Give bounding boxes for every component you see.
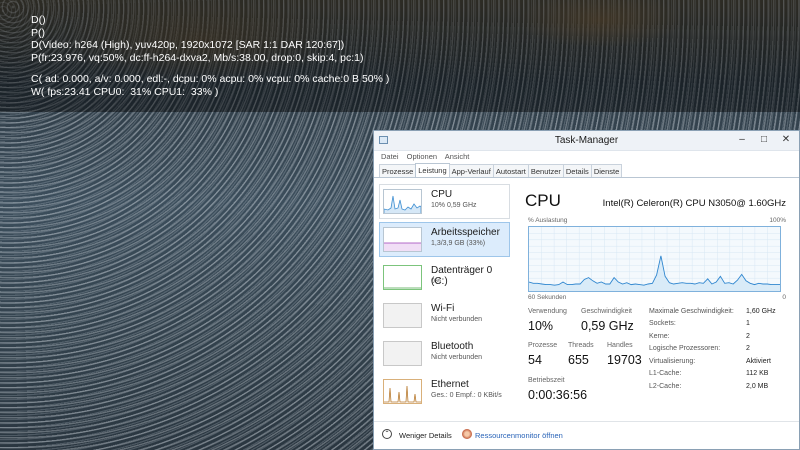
osd-line: P() (31, 26, 45, 39)
footer-bar: ⌃ Weniger Details Ressourcenmonitor öffn… (374, 421, 799, 449)
menu-optionen[interactable]: Optionen (407, 152, 437, 161)
tab-prozesse[interactable]: Prozesse (379, 164, 417, 177)
cpu-model: Intel(R) Celeron(R) CPU N3050@ 1.60GHz (602, 198, 786, 209)
usage-label: Verwendung (528, 308, 567, 315)
resource-memory[interactable]: Arbeitsspeicher 1,3/3,9 GB (33%) (379, 222, 510, 257)
speed-value: 0,59 GHz (581, 319, 634, 333)
memory-mini-graph (383, 227, 422, 252)
graph-time-label: 60 Sekunden (528, 294, 567, 301)
tab-leistung[interactable]: Leistung (415, 163, 450, 177)
resource-name: Arbeitsspeicher (431, 227, 500, 238)
threads-value: 655 (568, 353, 589, 367)
tab-app-verlauf[interactable]: App-Verlauf (448, 164, 494, 177)
menu-datei[interactable]: Datei (381, 152, 399, 161)
processes-value: 54 (528, 353, 542, 367)
disk-mini-graph (383, 265, 422, 290)
tab-benutzer[interactable]: Benutzer (527, 164, 564, 177)
resource-list: CPU 10% 0,59 GHz Arbeitsspeicher 1,3/3,9… (379, 184, 510, 412)
resource-name: Datenträger 0 (C:) (431, 265, 493, 287)
tab-dienste[interactable]: Dienste (590, 164, 623, 177)
osd-line: W( fps:23.41 CPU0: 31% CPU1: 33% ) (31, 85, 219, 98)
graph-axis-max: 100% (769, 217, 786, 224)
osd-line: C( ad: 0.000, a/v: 0.000, edl:-, dcpu: 0… (31, 73, 390, 85)
osd-line: D(Video: h264 (High), yuv420p, 1920x1072… (31, 39, 345, 51)
menu-bar: Datei Optionen Ansicht (374, 151, 799, 163)
spec-value: 2 (746, 333, 750, 340)
graph-axis-min: 0 (782, 294, 786, 301)
osd-line: P(fr:23.976, vq:50%, dc:ff-h264-dxva2, M… (31, 51, 364, 64)
cpu-mini-graph (383, 189, 422, 214)
spec-label: L1-Cache: (649, 370, 682, 377)
spec-value: 1 (746, 320, 750, 327)
resource-name: Bluetooth (431, 341, 474, 352)
handles-value: 19703 (607, 353, 642, 367)
processes-label: Prozesse (528, 342, 558, 349)
chevron-up-icon[interactable]: ⌃ (382, 429, 392, 439)
resource-sub: Ges.: 0 Empf.: 0 KBit/s (431, 392, 502, 399)
resource-bluetooth[interactable]: Bluetooth Nicht verbunden (379, 336, 510, 371)
maximize-button[interactable]: □ (756, 133, 772, 147)
wifi-mini-graph (383, 303, 422, 328)
resource-sub: 1,3/3,9 GB (33%) (431, 240, 486, 247)
resource-sub: Nicht verbunden (431, 316, 482, 323)
task-manager-window: Task-Manager – □ ✕ Datei Optionen Ansich… (373, 130, 800, 450)
speed-label: Geschwindigkeit (581, 308, 632, 315)
spec-label: Sockets: (649, 320, 676, 327)
resource-sub: 10% 0,59 GHz (431, 202, 477, 209)
menu-ansicht[interactable]: Ansicht (445, 152, 470, 161)
usage-value: 10% (528, 319, 554, 333)
spec-label: Logische Prozessoren: (649, 345, 721, 352)
spec-value: 2 (746, 345, 750, 352)
resource-ethernet[interactable]: Ethernet Ges.: 0 Empf.: 0 KBit/s (379, 374, 510, 409)
close-button[interactable]: ✕ (778, 133, 794, 147)
fewer-details-link[interactable]: Weniger Details (399, 431, 452, 440)
resource-cpu[interactable]: CPU 10% 0,59 GHz (379, 184, 510, 219)
tab-autostart[interactable]: Autostart (492, 164, 529, 177)
detail-heading: CPU (525, 191, 561, 210)
spec-label: L2-Cache: (649, 383, 682, 390)
resource-name: CPU (431, 189, 453, 200)
resource-sub: Nicht verbunden (431, 354, 482, 361)
resource-wifi[interactable]: Wi-Fi Nicht verbunden (379, 298, 510, 333)
spec-label: Maximale Geschwindigkeit: (649, 308, 734, 315)
graph-axis-label: % Auslastung (528, 217, 568, 224)
spec-value: Aktiviert (746, 358, 771, 365)
bluetooth-mini-graph (383, 341, 422, 366)
minimize-button[interactable]: – (734, 133, 750, 147)
spec-value: 112 KB (746, 370, 769, 377)
cpu-usage-svg (528, 227, 780, 291)
resource-sub: 0% (431, 278, 442, 285)
title-bar[interactable]: Task-Manager – □ ✕ (374, 131, 799, 151)
cpu-detail-panel: CPU Intel(R) Celeron(R) CPU N3050@ 1.60G… (521, 184, 791, 414)
resource-disk[interactable]: Datenträger 0 (C:) 0% (379, 260, 510, 295)
resource-name: Wi-Fi (431, 303, 455, 314)
handles-label: Handles (607, 342, 633, 349)
tab-details[interactable]: Details (562, 164, 592, 177)
uptime-value: 0:00:36:56 (528, 388, 588, 402)
spec-label: Virtualisierung: (649, 358, 696, 365)
osd-line: D() (31, 14, 46, 26)
ethernet-mini-graph (383, 379, 422, 404)
resource-monitor-link[interactable]: Ressourcenmonitor öffnen (475, 431, 563, 440)
tab-bar: Prozesse Leistung App-Verlauf Autostart Benu… (374, 163, 799, 178)
cpu-usage-graph (528, 226, 781, 292)
threads-label: Threads (568, 342, 594, 349)
spec-value: 2,0 MB (746, 383, 769, 390)
resource-name: Ethernet (431, 379, 469, 390)
spec-label: Kerne: (649, 333, 670, 340)
uptime-label: Betriebszeit (528, 377, 565, 384)
video-osd: D() P() D(Video: h264 (High), yuv420p, 1… (31, 14, 389, 98)
spec-value: 1,60 GHz (746, 308, 776, 315)
resource-monitor-icon (462, 429, 472, 439)
